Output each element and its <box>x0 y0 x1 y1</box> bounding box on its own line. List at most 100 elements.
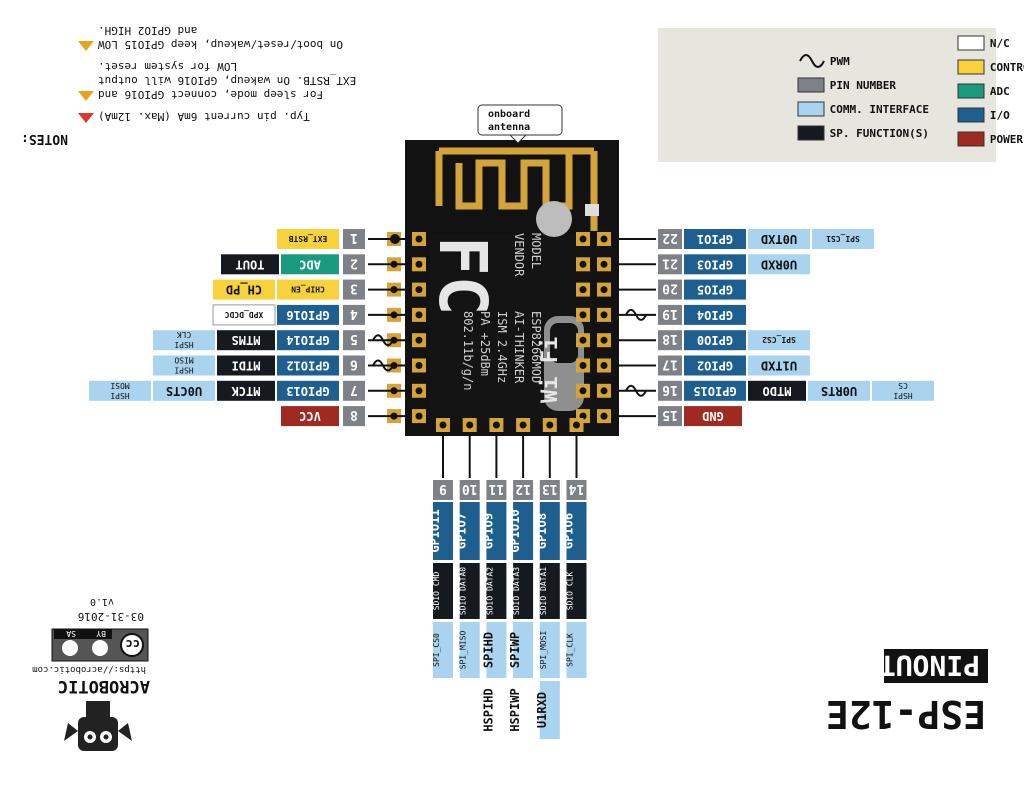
note-5: and GPIO2 HIGH. <box>98 24 197 37</box>
pin-15-label-0-text: GND <box>702 409 724 423</box>
pin-21-label-0-text: GPIO3 <box>697 257 733 271</box>
pin-20-pad-hole <box>600 286 608 294</box>
legend-swatch-power <box>957 131 985 147</box>
pin-12-label-1-text: SDIO DATA3 <box>512 567 521 615</box>
pin-14-pad-hole <box>573 421 580 429</box>
pin-6-label-1-text: MTDI <box>232 359 261 373</box>
pin-13-label-0-text: GPIO8 <box>535 513 549 549</box>
pin-11-label-1-text: SDIO DATA2 <box>485 567 494 615</box>
pin-18-pad-hole <box>600 336 608 344</box>
pin-7-label-3-text: HSPI <box>110 391 129 400</box>
license-sa: SA <box>66 629 76 638</box>
pin-3-number: 3 <box>350 281 358 296</box>
vendor-globe-icon <box>536 201 572 237</box>
pin-3-label-0-text: CHIP_EN <box>291 285 325 294</box>
pin-5-number: 5 <box>350 331 358 346</box>
license-by: BY <box>96 629 106 638</box>
legend-label-comm: COMM. INTERFACE <box>830 103 929 116</box>
note-0: Typ. pin current 6mA (Max. 12mA) <box>98 110 310 123</box>
pin-5: 5 GPIO14 MTMS HSPICLK <box>153 330 412 351</box>
pin-22-label-2-text: SPI_CS1 <box>826 234 860 243</box>
pin-13-label-2-text: SPI_MOSI <box>539 631 548 670</box>
title-block: ESP-12E PINOUT <box>826 649 988 736</box>
legend-swatch-io <box>957 107 985 123</box>
pin-5-label-0-text: GPIO14 <box>286 333 329 347</box>
pin-3-label-1-text: CH_PD <box>226 282 262 297</box>
chip-line-1: MODEL <box>529 233 543 269</box>
pin-19-outer-pad-hole <box>579 311 587 319</box>
vendor-logo: FC <box>424 236 501 315</box>
pin-18-label-1-text: SPI_CS2 <box>762 335 796 344</box>
pin-16-label-1-text: MTDO <box>763 384 792 398</box>
pin-12-label-2-text: SPIWP <box>508 632 522 668</box>
pin-22-number: 22 <box>662 230 678 245</box>
pin-5-label-2-text: CLK <box>177 330 192 339</box>
antenna-callout: onboard antenna <box>477 104 563 144</box>
legend: N/C CONTROL ADC I/O POWER PWM PIN NUMBER COMM. … <box>658 28 1024 162</box>
pin-16-label-2-text: U0RTS <box>821 384 857 398</box>
pin-16-number: 16 <box>662 382 678 397</box>
pin-16-label-0-text: GPIO15 <box>693 384 736 398</box>
pin-11-label-2-text: SPIHD <box>481 632 495 668</box>
pin-8-pad-hole <box>415 412 423 420</box>
antenna-label-1: onboard <box>488 109 530 120</box>
pin-10: 10 GPIO7 SDIO DATA0 SPI_MISO <box>455 432 480 678</box>
pin-15-number: 15 <box>662 407 678 422</box>
pin-22-label-1-text: U0TXD <box>761 232 797 246</box>
pin-14: 14 GPIO6 SDIO CLK SPI_CLK <box>562 432 587 678</box>
pin-20: 20 GPIO5 <box>611 279 746 300</box>
legend-label-pwm: PWM <box>830 55 850 68</box>
pin-7-label-2-text: U0CTS <box>166 384 202 398</box>
pin-17-pad-hole <box>600 362 608 369</box>
credit-version: v1.0 <box>90 596 114 607</box>
pin-4-label-1-text: XPD_DCDC <box>225 310 264 319</box>
pin-12-pad-hole <box>519 421 527 429</box>
pin-7-pad-hole <box>415 387 423 395</box>
pin-12: 12 GPIO10 SDIO DATA3 SPIWP HSPIWP <box>508 432 534 740</box>
note-1-warning-icon <box>78 91 94 101</box>
pin-21-pad-hole <box>600 260 608 268</box>
license-cc: cc <box>126 637 140 651</box>
notes: NOTES: Typ. pin current 6mA (Max. 12mA) F… <box>21 24 356 146</box>
antenna-mark <box>585 204 599 216</box>
pin-17-label-0-text: GPIO2 <box>697 359 733 373</box>
pin-19-number: 19 <box>662 306 678 321</box>
pin-9-number: 9 <box>439 481 447 496</box>
pin-13-number: 13 <box>542 481 558 496</box>
brand-url: https://acrobotic.com <box>32 664 146 674</box>
legend-swatch-pin_number <box>797 77 825 93</box>
chip-line-6: PA +25dBm <box>478 311 492 376</box>
legend-label-sp_function: SP. FUNCTION(S) <box>830 127 929 140</box>
pin-13-label-3-text: U1RXD <box>535 692 549 728</box>
pin-19-label-0-text: GPIO4 <box>697 308 733 322</box>
antenna-label-2: antenna <box>488 122 530 133</box>
pin-6-number: 6 <box>350 357 358 372</box>
pin-2-label-0-text: ADC <box>299 257 321 271</box>
pin-5-pad-hole <box>415 336 423 344</box>
rotated-canvas: ESP-12E PINOUT ACROBOTIC https://acrobot… <box>0 0 1024 791</box>
pin-20-outer-pad-hole <box>579 286 587 294</box>
pinout-svg: ESP-12E PINOUT ACROBOTIC https://acrobot… <box>21 24 1024 751</box>
wifi-logo-text: Wi Fi <box>538 337 563 403</box>
pin-16-outer-pad-hole <box>579 387 587 395</box>
pin-2: 2 ADC TOUT <box>221 254 412 275</box>
chip-line-4: AI-THINKER <box>512 311 526 384</box>
pin-17-outer-pad-hole <box>579 362 587 369</box>
legend-label-adc: ADC <box>990 85 1010 98</box>
pin-14-label-1-text: SDIO CLK <box>566 572 575 611</box>
note-1: For sleep mode, connect GPIO16 and <box>98 88 323 101</box>
pin-4-label-0-text: GPIO16 <box>286 308 329 322</box>
chip-line-7: 802.11b/g/n <box>461 311 475 390</box>
pin-20-label-0-text: GPIO5 <box>697 283 733 297</box>
pin-22-label-0-text: GPIO1 <box>697 232 733 246</box>
pin-13-label-1-text: SDIO DATA1 <box>539 567 548 615</box>
pin-22-outer-pad-hole <box>579 235 587 243</box>
pin-5-label-1-text: MTMS <box>232 333 261 347</box>
pin-19: 19 GPIO4 <box>611 304 746 325</box>
pin-6: 6 GPIO12 MTDI HSPIMISO <box>153 355 412 376</box>
legend-label-power: POWER <box>990 133 1023 146</box>
pin-17: 17 GPIO2 U1TXD <box>611 355 810 376</box>
pin-10-pad-hole <box>466 421 474 429</box>
pin-21: 21 GPIO3 U0RXD <box>611 254 810 275</box>
pin-9-label-0-text: GPIO11 <box>428 509 442 552</box>
